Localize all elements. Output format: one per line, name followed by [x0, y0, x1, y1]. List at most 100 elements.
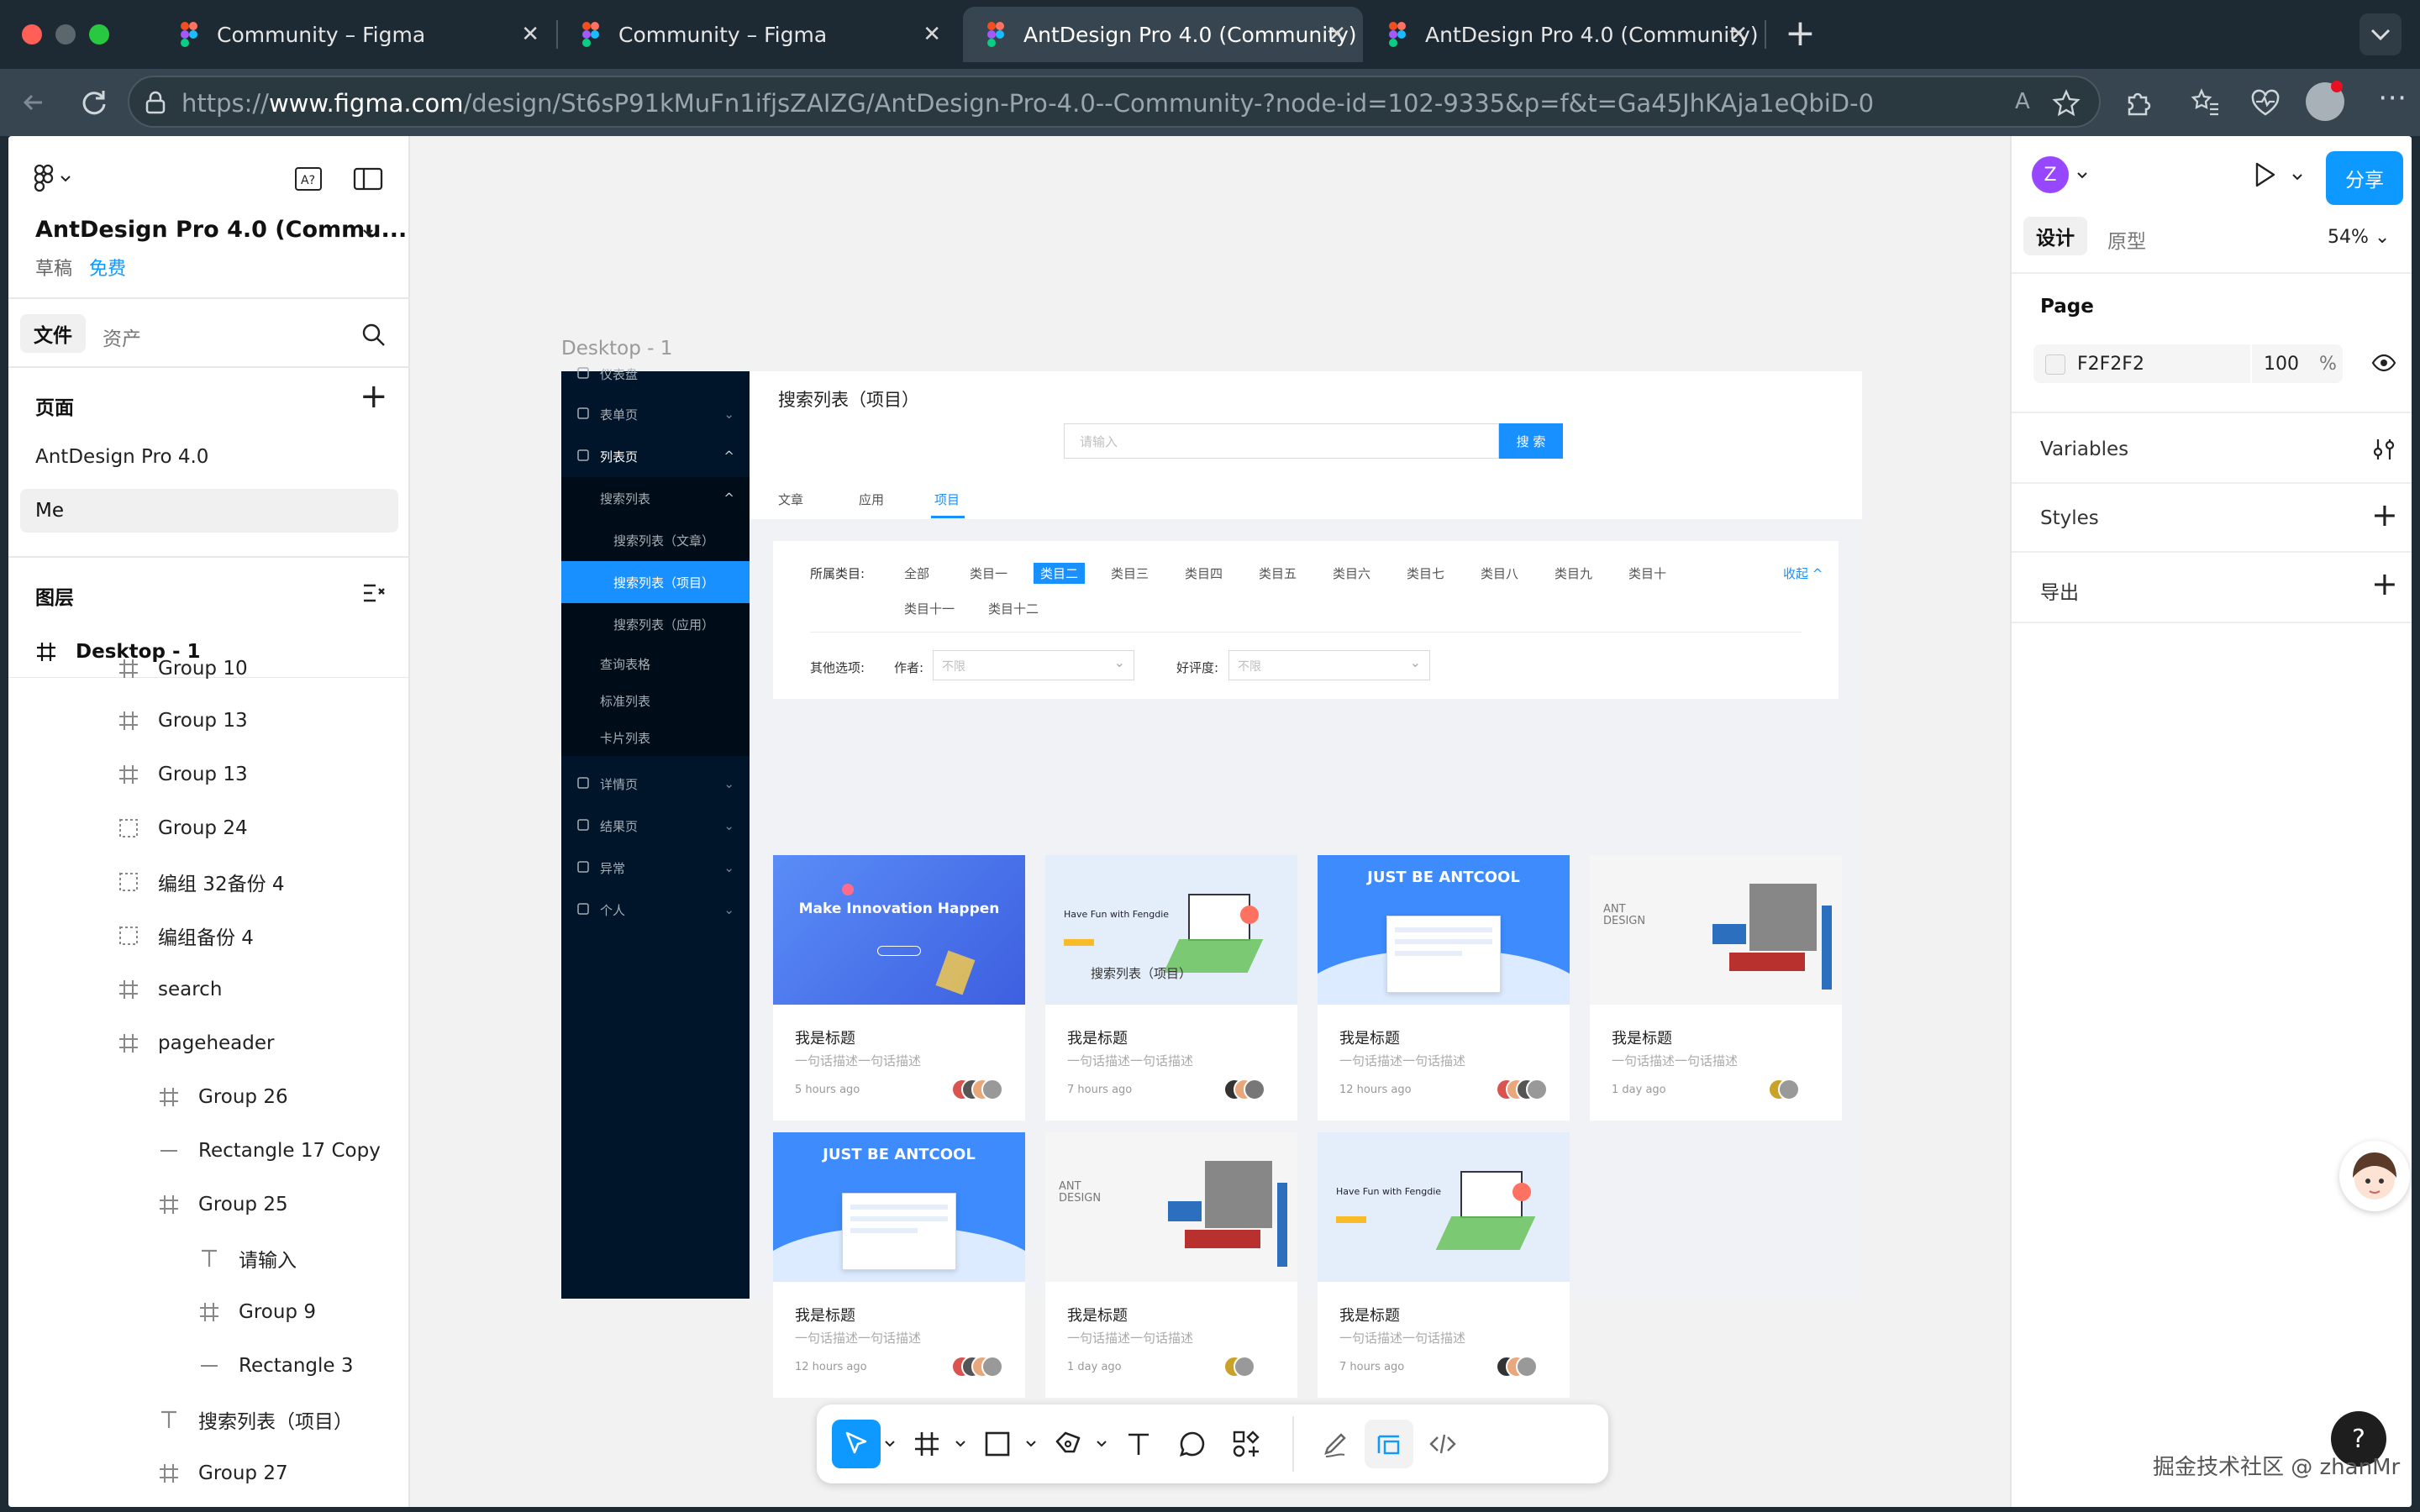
layer-item[interactable]: Group 9 [198, 1287, 316, 1337]
tab-prototype[interactable]: 原型 [2107, 225, 2146, 254]
search-icon[interactable] [361, 323, 387, 348]
layer-item[interactable]: Group 25 [158, 1179, 288, 1230]
more-menu-icon[interactable]: ⋯ [2378, 81, 2407, 114]
chevron-down-icon[interactable] [1023, 1438, 1039, 1450]
panel-toggle-icon[interactable] [353, 166, 383, 192]
group-icon [119, 819, 138, 837]
layer-item[interactable]: Rectangle 17 Copy [158, 1126, 381, 1176]
add-export-icon[interactable]: + [2371, 568, 2398, 600]
category-tag: 类目九 [1555, 566, 1593, 581]
user-avatar[interactable]: Z [2032, 156, 2069, 193]
variables-settings-icon[interactable] [2371, 437, 2396, 462]
page-item-selected[interactable]: Me [20, 489, 398, 533]
browser-tab-1[interactable]: Community – Figma ✕ [156, 7, 558, 62]
collapse-layers-icon[interactable] [361, 581, 387, 605]
tab-list-button[interactable] [2360, 13, 2402, 55]
layer-item[interactable]: pageheader [118, 1018, 274, 1068]
extensions-puzzle-icon[interactable] [2121, 86, 2154, 119]
tab-design[interactable]: 设计 [2023, 217, 2087, 255]
layer-item[interactable]: Group 13 [118, 696, 248, 746]
layer-item[interactable]: Group 13 [118, 749, 248, 800]
plan-badge[interactable]: 免费 [89, 254, 126, 281]
close-tab-icon[interactable]: ✕ [923, 24, 941, 45]
chevron-down-icon[interactable] [953, 1438, 968, 1450]
layer-item[interactable]: 编组 32备份 4 [118, 857, 285, 907]
browser-essentials-icon[interactable] [2249, 86, 2282, 119]
read-aloud-icon[interactable]: A [2015, 89, 2030, 114]
chevron-down-icon[interactable] [1094, 1438, 1109, 1450]
category-tag: 类目十一 [904, 601, 955, 617]
design-side-nav: 仪表盘 表单页 ⌄ 列表页 ^ 搜索列表 ^ 搜索列表（文章） 搜索列表（项目） 搜索… [561, 367, 750, 1299]
page-color-hex[interactable]: F2F2F2 [2077, 354, 2144, 375]
layer-item[interactable]: 编组备份 4 [118, 911, 254, 961]
draw-mode-button[interactable] [1311, 1420, 1360, 1468]
chevron-down-icon[interactable] [2075, 168, 2089, 181]
browser-tab-3-active[interactable]: AntDesign Pro 4.0 (Community) ✕ [963, 7, 1363, 62]
close-tab-icon[interactable]: ✕ [521, 24, 539, 45]
pen-tool-button[interactable] [1044, 1420, 1092, 1468]
frame-desktop-1[interactable]: 仪表盘 表单页 ⌄ 列表页 ^ 搜索列表 ^ 搜索列表（文章） 搜索列表（项目） 搜索… [561, 367, 1862, 1398]
zoom-level[interactable]: 54% ⌄ [2328, 227, 2390, 248]
avatar-group [951, 1356, 1003, 1378]
back-arrow-icon[interactable] [17, 86, 50, 119]
layer-item[interactable]: 请输入 [198, 1233, 297, 1284]
card-description: 一句话描述一句话描述 [1339, 1331, 1466, 1346]
close-window-button[interactable] [22, 24, 42, 45]
chevron-down-icon[interactable] [882, 1438, 897, 1450]
close-tab-icon[interactable]: ✕ [1328, 24, 1346, 45]
assistant-avatar[interactable] [2339, 1141, 2410, 1211]
add-page-icon[interactable]: + [360, 380, 388, 413]
minimize-window-button[interactable] [55, 24, 76, 45]
design-mode-icon [1377, 1435, 1400, 1455]
maximize-window-button[interactable] [89, 24, 109, 45]
close-tab-icon[interactable]: ✕ [1729, 24, 1748, 45]
nav-item-icon [577, 777, 589, 789]
present-play-icon[interactable] [2252, 161, 2277, 188]
shape-tool-button[interactable] [973, 1420, 1022, 1468]
avatar-group [1496, 1356, 1548, 1378]
layer-item[interactable]: Rectangle 3 [198, 1341, 354, 1391]
file-name[interactable]: AntDesign Pro 4.0 (Commu... [35, 217, 407, 243]
eye-icon[interactable] [2371, 353, 2396, 373]
comment-tool-button[interactable] [1168, 1420, 1217, 1468]
layer-item[interactable]: Group 27 [158, 1448, 288, 1499]
reload-icon[interactable] [77, 86, 111, 119]
design-canvas[interactable]: Desktop - 1 仪表盘 表单页 ⌄ 列表页 ^ 搜索列表 ^ 搜索列表（文章）… [410, 136, 2010, 1507]
layer-item[interactable]: search [118, 964, 222, 1015]
design-mode-button[interactable] [1365, 1420, 1413, 1468]
chevron-down-icon[interactable] [360, 223, 376, 240]
layer-item[interactable]: Group 10 [118, 643, 248, 694]
browser-tab-4[interactable]: AntDesign Pro 4.0 (Community) ✕ [1365, 7, 1766, 62]
address-bar[interactable]: https://www.figma.com/design/St6sP91kMuF… [128, 76, 2101, 128]
frame-tool-button[interactable] [902, 1420, 951, 1468]
tab-files[interactable]: 文件 [20, 314, 86, 353]
favorites-icon[interactable] [2188, 86, 2222, 119]
move-tool-button[interactable] [832, 1420, 881, 1468]
card-cover-image: ANT DESIGN [1590, 855, 1842, 1005]
tab-assets[interactable]: 资产 [103, 323, 141, 351]
share-button[interactable]: 分享 [2326, 151, 2403, 205]
project-card: Make Innovation Happen 我是标题 一句话描述一句话描述 5 ho… [773, 855, 1025, 1121]
chevron-down-icon[interactable] [2291, 170, 2304, 183]
layer-item[interactable]: 搜索列表（项目） [158, 1394, 353, 1445]
layer-item[interactable]: Group 24 [118, 803, 248, 853]
add-style-icon[interactable]: + [2371, 499, 2398, 531]
page-opacity[interactable]: 100 [2264, 354, 2299, 375]
resources-tool-button[interactable] [1222, 1420, 1270, 1468]
text-ai-icon[interactable]: A? [294, 166, 323, 192]
category-tag: 类目十 [1628, 566, 1667, 581]
dev-mode-button[interactable] [1418, 1420, 1467, 1468]
new-tab-icon[interactable]: + [1785, 15, 1816, 52]
browser-tab-2[interactable]: Community – Figma ✕ [558, 7, 958, 62]
pointer-cursor-icon [845, 1431, 867, 1454]
text-tool-button[interactable] [1114, 1420, 1163, 1468]
page-fill-row[interactable]: F2F2F2 100 % [2033, 344, 2343, 383]
main-menu-button[interactable] [34, 163, 84, 193]
favorite-star-icon[interactable] [2052, 89, 2081, 118]
color-swatch[interactable] [2045, 354, 2065, 375]
profile-avatar[interactable] [2306, 81, 2344, 121]
components-grid-icon [1233, 1431, 1260, 1457]
page-item[interactable]: AntDesign Pro 4.0 [20, 435, 398, 479]
avatar [1244, 1079, 1265, 1100]
layer-item[interactable]: Group 26 [158, 1072, 288, 1122]
